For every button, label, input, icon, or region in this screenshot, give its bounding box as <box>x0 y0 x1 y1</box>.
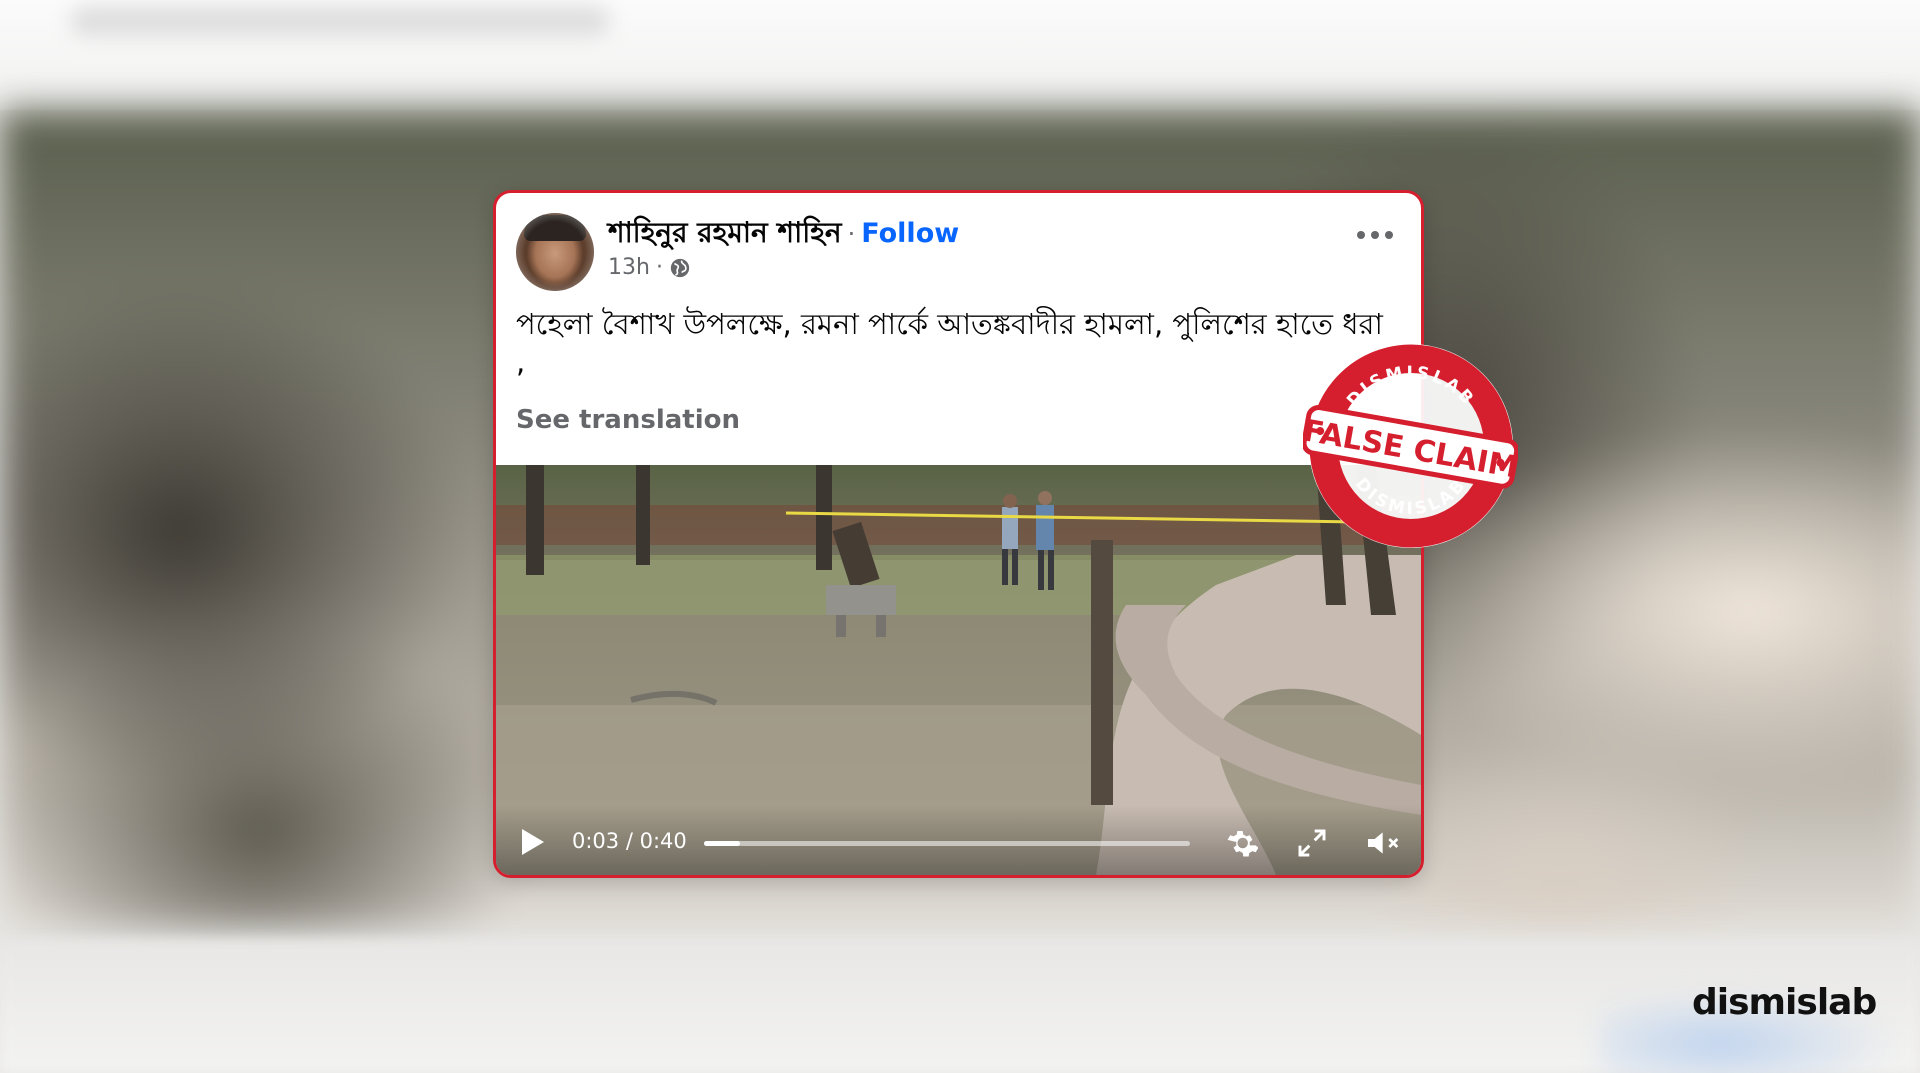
more-dot <box>1357 231 1365 239</box>
gear-icon[interactable] <box>1222 825 1258 861</box>
time-separator: / <box>619 829 640 853</box>
author-separator: · <box>847 220 856 248</box>
fullscreen-icon[interactable] <box>1296 827 1328 859</box>
video-progress-bar[interactable] <box>704 841 1190 846</box>
more-dot <box>1371 231 1379 239</box>
video-controls: 0:03 / 0:40 <box>496 805 1421 875</box>
see-translation-link[interactable]: See translation <box>516 405 740 435</box>
author-line: শাহিনুর রহমান শাহিন · Follow <box>608 211 959 258</box>
mute-icon[interactable] <box>1364 827 1404 859</box>
play-icon[interactable] <box>522 829 544 855</box>
video-time: 0:03 / 0:40 <box>572 829 687 853</box>
dismislab-logo: dismislab <box>1692 982 1877 1023</box>
facebook-post-card: শাহিনুর রহমান শাহিন · Follow 13h · পহেলা… <box>493 190 1424 878</box>
duration: 0:40 <box>639 829 687 853</box>
meta-separator: · <box>655 255 663 280</box>
video-progress-fill <box>704 841 741 846</box>
post-meta: 13h · <box>608 255 691 280</box>
more-dot <box>1385 231 1393 239</box>
background-blurred-text <box>70 6 610 36</box>
more-horizontal-icon[interactable] <box>1357 229 1393 241</box>
avatar[interactable] <box>516 213 594 291</box>
globe-icon <box>670 258 690 277</box>
false-claim-stamp: DISMISLAB DISMISLAB FALSE CLAIM <box>1303 344 1518 548</box>
follow-button[interactable]: Follow <box>861 218 959 249</box>
current-time: 0:03 <box>572 829 620 853</box>
author-name[interactable]: শাহিনুর রহমান শাহিন <box>608 211 842 258</box>
avatar-vignette <box>516 213 594 291</box>
video-player[interactable]: 0:03 / 0:40 <box>496 465 1421 875</box>
post-text: পহেলা বৈশাখ উপলক্ষে, রমনা পার্কে আতঙ্কবা… <box>516 307 1383 379</box>
post-timestamp[interactable]: 13h <box>608 255 650 280</box>
